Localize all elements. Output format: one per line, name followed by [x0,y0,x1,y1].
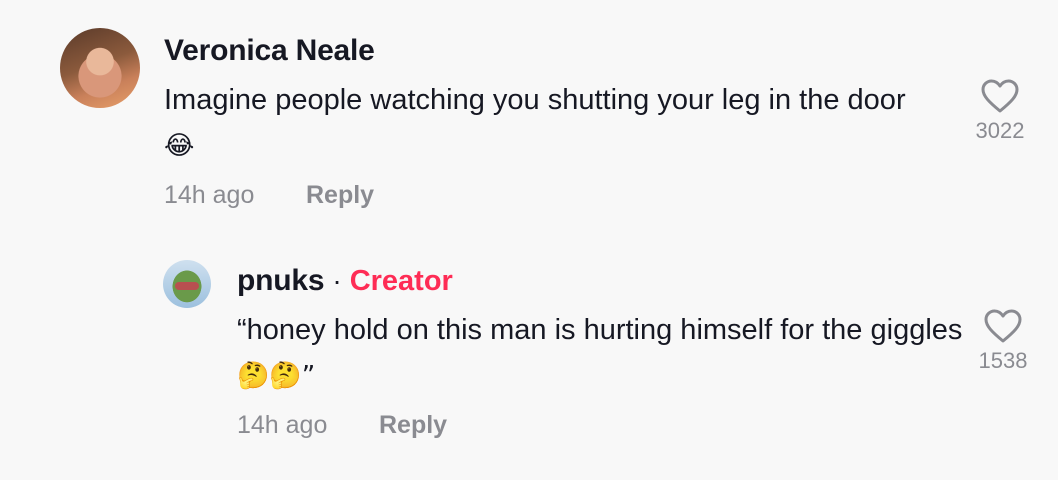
comment-username[interactable]: Veronica Neale [164,34,375,68]
like-button[interactable]: 1538 [963,308,1043,374]
comment-text: “honey hold on this man is hurting himse… [237,308,997,399]
comment-thread: Veronica Neale Imagine people watching y… [0,0,1058,480]
thinking-emoji: 🤔🤔” [237,361,316,391]
reply-button[interactable]: Reply [379,411,447,440]
comment-header: pnuks · Creator [237,258,1043,306]
comment-username[interactable]: pnuks [237,264,325,298]
reply-comment-item: pnuks · Creator “honey hold on this man … [163,258,1043,440]
comment-body: pnuks · Creator “honey hold on this man … [211,258,1043,440]
comment-body: Veronica Neale Imagine people watching y… [140,28,1040,210]
comment-header: Veronica Neale [164,28,1040,76]
comment-text-content: Imagine people watching you shutting you… [164,84,906,116]
like-button[interactable]: 3022 [960,78,1040,144]
comment-meta: 14h ago Reply [164,181,1040,210]
comment-timestamp: 14h ago [237,411,328,439]
avatar[interactable] [60,28,140,108]
comment-meta: 14h ago Reply [237,411,1043,440]
comment-text: Imagine people watching you shutting you… [164,78,924,169]
reply-button[interactable]: Reply [306,181,374,210]
comment-timestamp: 14h ago [164,181,255,209]
like-count: 3022 [975,118,1025,143]
separator-dot: · [332,265,342,296]
avatar[interactable] [163,260,211,308]
comment-text-content: “honey hold on this man is hurting himse… [237,314,963,346]
heart-outline-icon [984,309,1022,343]
like-count: 1538 [978,348,1028,373]
laughing-emoji: 😂 [164,131,195,161]
heart-outline-icon [981,79,1019,113]
comment-item: Veronica Neale Imagine people watching y… [60,28,1040,210]
creator-badge: Creator [349,265,453,297]
